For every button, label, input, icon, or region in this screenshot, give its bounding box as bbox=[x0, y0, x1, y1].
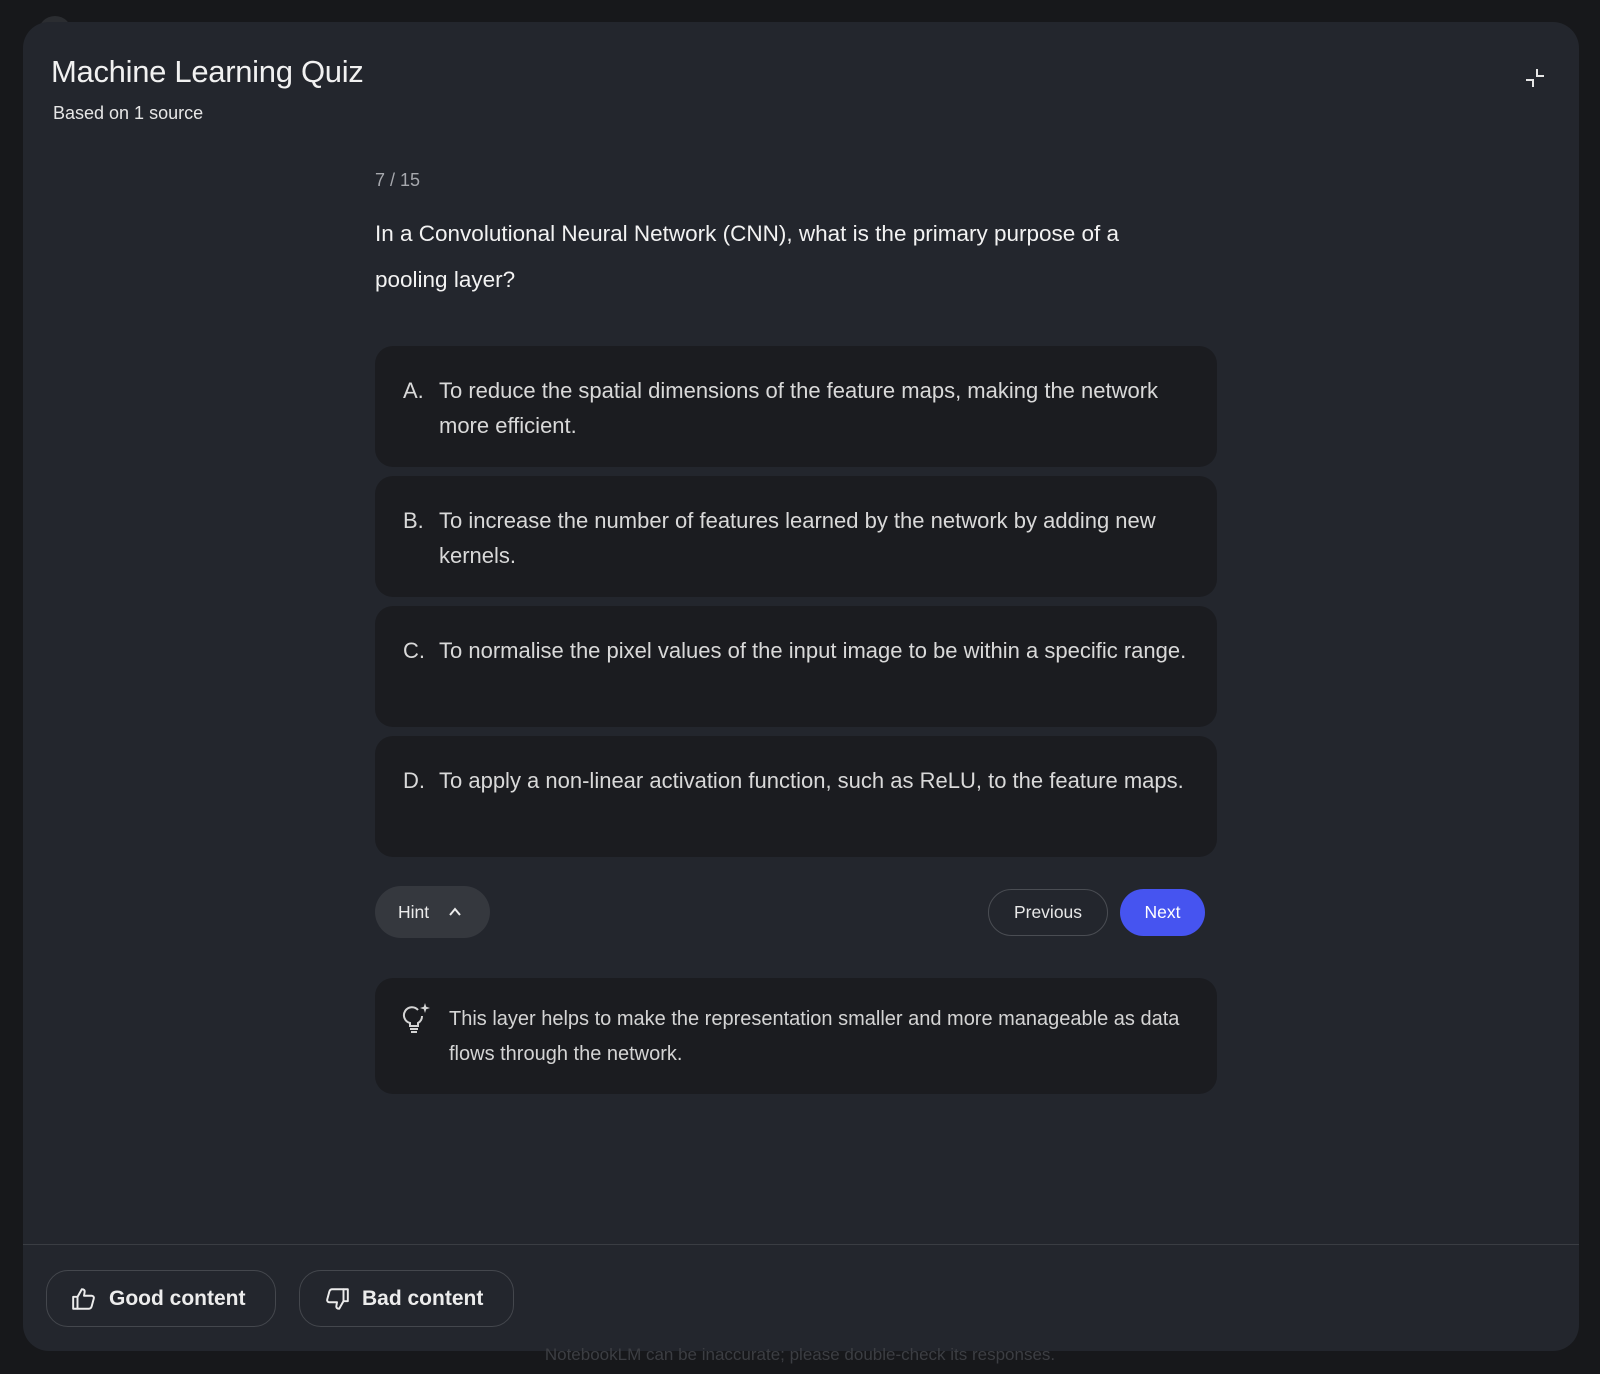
option-text: To apply a non-linear activation functio… bbox=[439, 768, 1184, 793]
question-text: In a Convolutional Neural Network (CNN),… bbox=[375, 221, 1120, 292]
quiz-dialog: Machine Learning Quiz Based on 1 source … bbox=[23, 22, 1579, 1351]
hint-text: This layer helps to make the representat… bbox=[449, 1008, 1180, 1065]
option-text: To increase the number of features learn… bbox=[439, 508, 1156, 568]
collapse-icon bbox=[1526, 69, 1544, 87]
quiz-content: 7 / 15 In a Convolutional Neural Network… bbox=[375, 170, 1217, 1094]
thumbs-down-icon bbox=[324, 1286, 350, 1312]
question-progress: 7 / 15 bbox=[375, 170, 421, 190]
source-count: Based on 1 source bbox=[53, 103, 204, 123]
bad-content-button[interactable]: Bad content bbox=[299, 1270, 514, 1327]
next-button[interactable]: Next bbox=[1120, 889, 1205, 936]
collapse-button[interactable] bbox=[1517, 60, 1553, 96]
answer-option-d[interactable]: D. To apply a non-linear activation func… bbox=[375, 736, 1217, 857]
option-text: To normalise the pixel values of the inp… bbox=[439, 638, 1187, 663]
option-letter: A. bbox=[403, 378, 424, 403]
hint-button[interactable]: Hint bbox=[375, 886, 490, 938]
thumbs-up-icon bbox=[71, 1286, 97, 1312]
good-content-button[interactable]: Good content bbox=[46, 1270, 276, 1327]
option-text: To reduce the spatial dimensions of the … bbox=[439, 378, 1159, 438]
answer-option-c[interactable]: C. To normalise the pixel values of the … bbox=[375, 606, 1217, 727]
good-content-label: Good content bbox=[109, 1286, 246, 1310]
lightbulb-sparkle-icon bbox=[401, 1002, 449, 1094]
chevron-up-icon bbox=[447, 904, 463, 920]
disclaimer-text: NotebookLM can be inaccurate; please dou… bbox=[544, 1345, 1056, 1364]
quiz-controls: Hint Previous Next bbox=[375, 886, 1217, 942]
footer-divider bbox=[23, 1244, 1579, 1245]
hint-label: Hint bbox=[398, 901, 430, 922]
option-letter: B. bbox=[403, 508, 424, 533]
bad-content-label: Bad content bbox=[362, 1286, 484, 1310]
hint-panel: This layer helps to make the representat… bbox=[375, 978, 1217, 1094]
previous-button[interactable]: Previous bbox=[988, 889, 1108, 936]
answer-option-b[interactable]: B. To increase the number of features le… bbox=[375, 476, 1217, 597]
option-letter: C. bbox=[403, 638, 425, 663]
page-title: Machine Learning Quiz bbox=[51, 54, 364, 89]
answer-option-a[interactable]: A. To reduce the spatial dimensions of t… bbox=[375, 346, 1217, 467]
answer-options: A. To reduce the spatial dimensions of t… bbox=[375, 346, 1217, 857]
option-letter: D. bbox=[403, 768, 425, 793]
